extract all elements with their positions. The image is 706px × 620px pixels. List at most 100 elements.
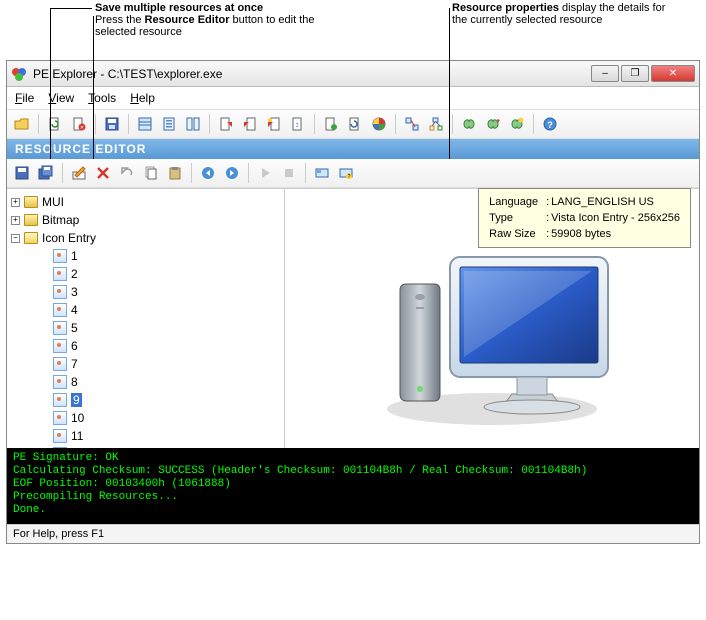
resource-editor-button[interactable]: [368, 113, 390, 135]
window-title: PE Explorer - C:\TEST\explorer.exe: [33, 67, 591, 81]
titlebar[interactable]: PE Explorer - C:\TEST\explorer.exe – ❐ ✕: [7, 61, 699, 87]
plugin2-icon[interactable]: [482, 113, 504, 135]
tree-leaf[interactable]: 10: [9, 409, 282, 427]
tree-leaf-label: 11: [71, 429, 83, 443]
tree-label: MUI: [42, 195, 64, 209]
stop-icon[interactable]: [278, 162, 300, 184]
tree-leaf[interactable]: 9: [9, 391, 282, 409]
resource-tree[interactable]: +MUI +Bitmap −Icon Entry1234567891011121…: [7, 189, 285, 448]
minimize-button[interactable]: –: [591, 65, 619, 82]
icon-resource-icon: [53, 249, 67, 263]
resource-editor-header: RESOURCE EDITOR: [7, 139, 699, 159]
prop-size-value: 59908 bytes: [551, 227, 680, 241]
relocation-icon[interactable]: ↕: [287, 113, 309, 135]
tree-leaf[interactable]: 12: [9, 445, 282, 448]
view-mode1-icon[interactable]: [311, 162, 333, 184]
resource-preview-image: [372, 229, 612, 429]
tree-leaf[interactable]: 1: [9, 247, 282, 265]
headers-icon[interactable]: [134, 113, 156, 135]
reload-doc-icon[interactable]: [344, 113, 366, 135]
plugin1-icon[interactable]: [458, 113, 480, 135]
main-toolbar: ✕ ↕ ?: [7, 110, 699, 139]
view-mode2-icon[interactable]: ?: [335, 162, 357, 184]
delete-resource-icon[interactable]: [92, 162, 114, 184]
tree-leaf[interactable]: 11: [9, 427, 282, 445]
console-line: Precompiling Resources...: [13, 491, 693, 504]
tree-leaf-label: 4: [71, 303, 78, 317]
icon-resource-icon: [53, 393, 67, 407]
tree-leaf[interactable]: 2: [9, 265, 282, 283]
expand-icon[interactable]: +: [11, 216, 20, 225]
data-dir-icon[interactable]: [158, 113, 180, 135]
annotation-properties: Resource properties display the details …: [452, 2, 682, 26]
status-bar: For Help, press F1: [7, 524, 699, 543]
dependency-icon[interactable]: [401, 113, 423, 135]
app-icon: [11, 66, 27, 82]
undo-icon[interactable]: [116, 162, 138, 184]
tree-folder-iconentry[interactable]: − Icon Entry: [9, 229, 282, 247]
tree-leaf-label: 3: [71, 285, 78, 299]
save-resource-icon[interactable]: [11, 162, 33, 184]
tree-leaf[interactable]: 5: [9, 319, 282, 337]
folder-icon: [24, 214, 38, 226]
icon-resource-icon: [53, 267, 67, 281]
plugin3-icon[interactable]: [506, 113, 528, 135]
console-line: EOF Position: 00103400h (1061888): [13, 478, 693, 491]
console-line: PE Signature: OK: [13, 452, 693, 465]
export-icon[interactable]: [215, 113, 237, 135]
tree-leaf[interactable]: 4: [9, 301, 282, 319]
icon-resource-icon: [53, 447, 67, 448]
folder-icon: [24, 196, 38, 208]
doc-refresh-icon[interactable]: [44, 113, 66, 135]
tree-leaf-label: 8: [71, 375, 78, 389]
tree-leaf[interactable]: 6: [9, 337, 282, 355]
expand-icon[interactable]: +: [11, 198, 20, 207]
sections-icon[interactable]: [182, 113, 204, 135]
tree-leaf-label: 12: [71, 447, 84, 448]
open-icon[interactable]: [11, 113, 33, 135]
doc-error-icon[interactable]: ✕: [68, 113, 90, 135]
tree-leaf[interactable]: 8: [9, 373, 282, 391]
menu-help[interactable]: Help: [130, 91, 155, 105]
save-multiple-icon[interactable]: [35, 162, 57, 184]
output-console[interactable]: PE Signature: OK Calculating Checksum: S…: [7, 448, 699, 524]
copy-icon[interactable]: [140, 162, 162, 184]
play-icon[interactable]: [254, 162, 276, 184]
tree-leaf-label: 2: [71, 267, 78, 281]
menu-view[interactable]: View: [48, 91, 74, 105]
svg-text:?: ?: [547, 120, 553, 130]
paste-icon[interactable]: [164, 162, 186, 184]
edit-resource-icon[interactable]: [68, 162, 90, 184]
delay-import-icon[interactable]: [263, 113, 285, 135]
next-icon[interactable]: [221, 162, 243, 184]
tree-folder-mui[interactable]: + MUI: [9, 193, 282, 211]
save-icon[interactable]: [101, 113, 123, 135]
maximize-button[interactable]: ❐: [621, 65, 649, 82]
tree-leaf-label: 7: [71, 357, 78, 371]
folder-icon: [24, 232, 38, 244]
prev-icon[interactable]: [197, 162, 219, 184]
app-window: PE Explorer - C:\TEST\explorer.exe – ❐ ✕…: [6, 60, 700, 544]
prop-language-value: LANG_ENGLISH US: [551, 195, 680, 209]
prop-type-label: Type: [489, 211, 544, 225]
tree-folder-bitmap[interactable]: +Bitmap: [9, 211, 282, 229]
icon-resource-icon: [53, 285, 67, 299]
prop-language-label: Language: [489, 195, 544, 209]
tree-leaf[interactable]: 7: [9, 355, 282, 373]
svg-text:?: ?: [348, 174, 351, 180]
dependency-tree-icon[interactable]: [425, 113, 447, 135]
menu-file[interactable]: File: [15, 91, 34, 105]
close-button[interactable]: ✕: [651, 65, 695, 82]
import-icon[interactable]: [239, 113, 261, 135]
tree-label: Icon Entry: [42, 231, 96, 245]
tree-leaf[interactable]: 3: [9, 283, 282, 301]
prop-type-value: Vista Icon Entry - 256x256: [551, 211, 680, 225]
svg-text:✕: ✕: [80, 125, 84, 131]
help-icon[interactable]: ?: [539, 113, 561, 135]
collapse-icon[interactable]: −: [11, 234, 20, 243]
icon-resource-icon: [53, 303, 67, 317]
console-line: Done.: [13, 504, 693, 517]
debug-icon[interactable]: [320, 113, 342, 135]
tree-leaf-label: 6: [71, 339, 78, 353]
icon-resource-icon: [53, 411, 67, 425]
